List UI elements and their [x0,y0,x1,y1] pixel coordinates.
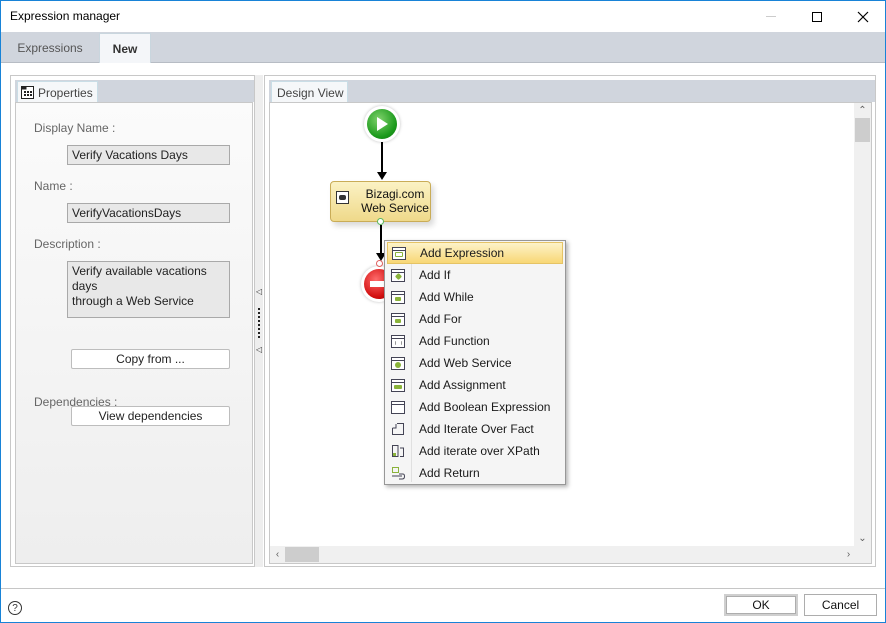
iterate-xpath-icon [391,444,405,458]
collapse-left-icon[interactable]: ◁ [256,287,262,296]
close-button[interactable] [840,1,886,32]
maximize-button[interactable] [794,1,840,32]
vertical-scroll-thumb[interactable] [855,118,870,142]
menu-item-label: Add Return [419,466,480,480]
window-title: Expression manager [10,9,121,23]
description-line-2: through a Web Service [72,294,194,308]
tab-expressions[interactable]: Expressions [1,32,99,63]
menu-item-add-for[interactable]: Add For [387,308,563,330]
properties-body: Display Name : Verify Vacations Days Nam… [15,102,253,564]
help-icon[interactable]: ? [8,601,22,615]
minimize-button[interactable] [748,1,794,32]
properties-panel: Properties Display Name : Verify Vacatio… [10,75,255,567]
menu-item-label: Add iterate over XPath [419,444,540,458]
expression-manager-window: Expression manager Expressions New Prope… [0,0,886,623]
menu-item-label: Add While [419,290,474,304]
arrowhead-icon [377,172,387,180]
tab-new[interactable]: New [99,33,151,64]
menu-item-label: Add Web Service [419,356,512,370]
properties-tabbar: Properties [15,80,254,103]
design-view-tabbar: Design View [269,80,875,103]
display-name-label: Display Name : [34,121,116,135]
menu-item-add-if[interactable]: Add If [387,264,563,286]
properties-tab[interactable]: Properties [17,81,98,103]
start-event-circle [367,109,397,139]
scroll-left-icon[interactable]: ‹ [270,547,285,562]
design-view-tab-label: Design View [277,85,344,100]
return-icon [391,466,405,480]
horizontal-scrollbar[interactable]: ‹ › [270,546,856,563]
menu-item-label: Add Function [419,334,490,348]
name-label: Name : [34,179,73,193]
add-step-context-menu: Add Expression Add If Add While Add For … [384,240,566,485]
menu-item-add-web-service[interactable]: Add Web Service [387,352,563,374]
menu-item-label: Add Boolean Expression [419,400,551,414]
properties-tab-label: Properties [38,85,93,100]
web-service-task-icon [336,191,349,204]
ok-button[interactable]: OK [724,594,798,616]
minimize-icon [766,16,776,17]
start-event-node[interactable] [364,106,400,142]
if-icon [391,268,405,282]
web-service-icon [391,356,405,370]
scroll-down-icon[interactable]: ⌄ [855,531,870,546]
design-view-panel: Design View Bizagi.com Web Service ⌃ ⌄ ‹… [264,75,876,567]
task-output-port[interactable] [377,218,384,225]
web-service-task-node[interactable]: Bizagi.com Web Service [330,181,431,222]
main-tabs: Expressions New [1,32,885,64]
description-line-1: Verify available vacations days [72,264,207,293]
description-field[interactable]: Verify available vacations days through … [67,261,230,318]
menu-item-label: Add Expression [420,246,505,260]
design-view-tab[interactable]: Design View [271,81,349,103]
menu-item-label: Add Assignment [419,378,506,392]
splitter-grip[interactable] [258,308,260,338]
name-field[interactable]: VerifyVacationsDays [67,203,230,223]
cancel-button[interactable]: Cancel [804,594,877,616]
properties-grid-icon [21,86,34,99]
menu-item-add-assignment[interactable]: Add Assignment [387,374,563,396]
task-label-line-2: Web Service [361,201,429,215]
iterate-fact-icon [391,422,405,436]
menu-item-add-while[interactable]: Add While [387,286,563,308]
boolean-expression-icon [391,400,405,414]
close-icon [857,11,869,22]
menu-item-label: Add For [419,312,462,326]
play-icon [377,117,388,131]
menu-item-add-expression[interactable]: Add Expression [387,242,563,264]
menu-item-add-function[interactable]: Add Function [387,330,563,352]
for-icon [391,312,405,326]
expression-icon [392,246,406,260]
copy-from-button[interactable]: Copy from ... [71,349,230,369]
menu-item-label: Add Iterate Over Fact [419,422,534,436]
menu-item-label: Add If [419,268,451,282]
connector-task-end [380,225,382,255]
view-dependencies-button[interactable]: View dependencies [71,406,230,426]
description-label: Description : [34,237,101,251]
title-bar: Expression manager [1,1,885,32]
horizontal-scroll-thumb[interactable] [285,547,319,562]
task-label: Bizagi.com Web Service [359,187,431,215]
menu-item-add-iterate-over-fact[interactable]: Add Iterate Over Fact [387,418,563,440]
scroll-up-icon[interactable]: ⌃ [855,103,870,118]
vertical-scrollbar[interactable]: ⌃ ⌄ [854,103,871,546]
while-icon [391,290,405,304]
maximize-icon [812,11,822,22]
design-canvas[interactable]: Bizagi.com Web Service ⌃ ⌄ ‹ › [269,102,872,564]
assignment-icon [391,378,405,392]
menu-item-add-boolean-expression[interactable]: Add Boolean Expression [387,396,563,418]
task-label-line-1: Bizagi.com [365,187,425,201]
menu-item-add-return[interactable]: Add Return [387,462,563,484]
connector-start-task [381,142,383,173]
display-name-field[interactable]: Verify Vacations Days [67,145,230,165]
function-icon [391,334,405,348]
footer-divider [1,588,885,589]
menu-item-add-iterate-over-xpath[interactable]: Add iterate over XPath [387,440,563,462]
end-input-port[interactable] [376,260,383,267]
panel-splitter[interactable]: ◁ ◁ [255,75,263,567]
collapse-left-icon-2[interactable]: ◁ [256,345,262,354]
scroll-corner [854,546,871,563]
